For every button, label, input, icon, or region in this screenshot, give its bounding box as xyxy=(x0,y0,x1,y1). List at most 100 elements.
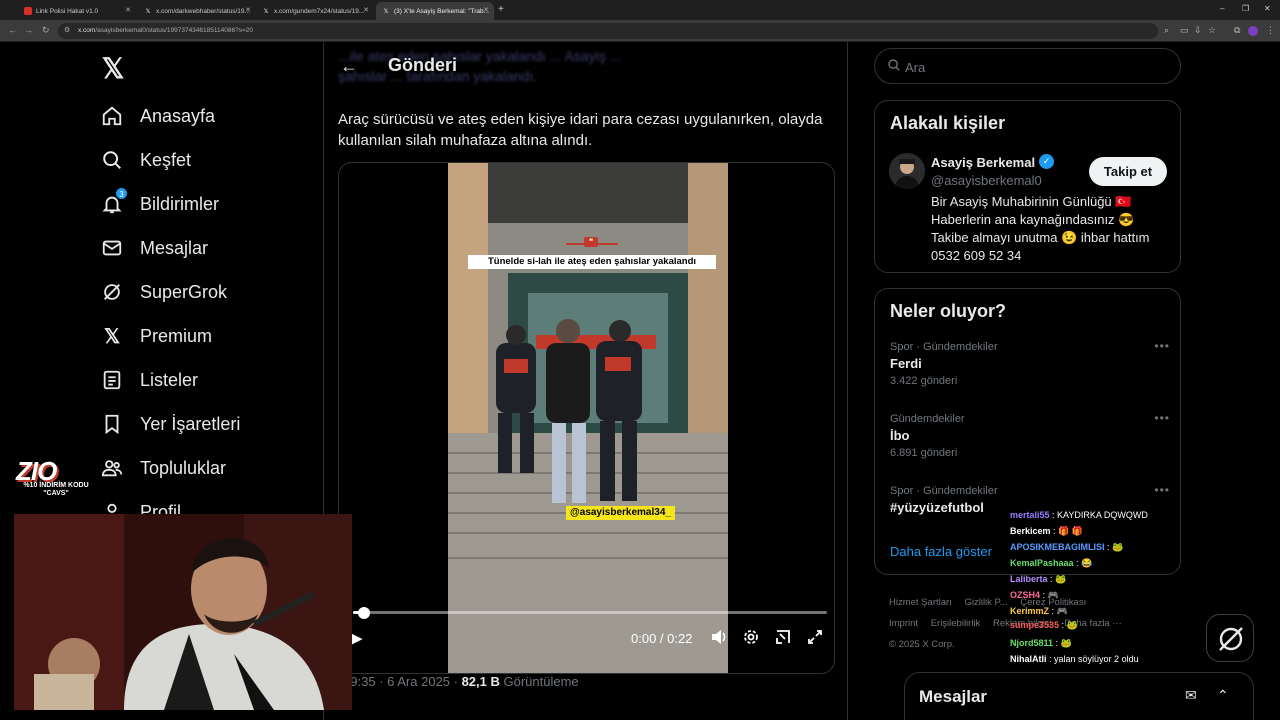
sidebar-item-notifications[interactable]: 3 Bildirimler xyxy=(100,187,219,219)
forward-icon[interactable]: → xyxy=(24,25,33,35)
maximize-button[interactable]: ❐ xyxy=(1242,4,1249,13)
close-icon[interactable]: ✕ xyxy=(363,6,369,14)
messages-drawer[interactable]: Mesajlar ✉ ⌃ xyxy=(904,672,1254,720)
sidebar-item-communities[interactable]: Topluluklar xyxy=(100,453,226,483)
relevant-people-panel: Alakalı kişiler Asayiş Berkemal ✓ @asayi… xyxy=(874,100,1181,273)
browser-tab-3[interactable]: 𝕏 x.com/gundem7x24/status/19... ✕ xyxy=(256,2,374,20)
sidebar-item-messages[interactable]: Mesajlar xyxy=(100,233,208,263)
video-progress-bar[interactable] xyxy=(353,611,827,614)
promo-line: %10 İNDİRİM KODU xyxy=(23,482,89,489)
site-info-icon[interactable]: ⚙ xyxy=(64,26,70,34)
chat-username: KemalPashaaa xyxy=(1010,558,1074,568)
profile-handle[interactable]: @asayisberkemal0 xyxy=(931,173,1042,188)
search-input[interactable]: Ara xyxy=(874,48,1181,84)
main-column: ...ile ateş eden şahıslar yakalandı ... … xyxy=(323,42,848,720)
chat-username: KerimmZ xyxy=(1010,606,1050,616)
video-player[interactable]: ❝ Tünelde si-lah ile ateş eden şahıslar … xyxy=(338,162,835,674)
panel-title: Alakalı kişiler xyxy=(890,113,1006,133)
sidebar-item-label: Yer İşaretleri xyxy=(140,413,241,434)
sidebar-item-home[interactable]: Anasayfa xyxy=(100,101,215,131)
browser-tab-4[interactable]: 𝕏 (3) X'te Asayiş Berkemal: "Trab... ✕ xyxy=(376,2,494,20)
grok-floating-button[interactable] xyxy=(1206,614,1254,662)
video-scrubber-handle[interactable] xyxy=(358,607,371,619)
new-tab-button[interactable]: + xyxy=(498,4,504,15)
sidebar-item-bookmarks[interactable]: Yer İşaretleri xyxy=(100,409,240,439)
video-frame[interactable]: ❝ Tünelde si-lah ile ateş eden şahıslar … xyxy=(448,163,728,673)
trend-item[interactable]: Gündemdekiler İbo 6.891 gönderi ••• xyxy=(890,411,1170,459)
trend-count: 6.891 gönderi xyxy=(890,447,958,459)
sidebar-item-explore[interactable]: Keşfet xyxy=(100,145,191,175)
chat-separator: : xyxy=(1046,654,1055,664)
profile-avatar-icon[interactable] xyxy=(1248,26,1258,36)
menu-icon[interactable]: ⋮ xyxy=(1266,25,1275,36)
download-icon[interactable]: ⇩ xyxy=(1194,25,1202,36)
panel-title: Neler oluyor? xyxy=(890,301,1007,321)
minimize-button[interactable]: – xyxy=(1220,4,1224,13)
more-options-icon[interactable]: ••• xyxy=(1154,339,1170,353)
chat-text: yalan söylüyor 2 oldu xyxy=(1054,654,1139,664)
show-more-link[interactable]: Daha fazla göster xyxy=(890,544,992,559)
back-icon[interactable]: ← xyxy=(8,25,17,35)
chat-username: Njord5811 xyxy=(1010,638,1054,648)
settings-gear-icon[interactable] xyxy=(743,629,759,648)
more-options-icon[interactable]: ••• xyxy=(1154,411,1170,425)
follow-button[interactable]: Takip et xyxy=(1089,157,1167,186)
grok-icon xyxy=(1219,627,1243,651)
fullscreen-icon[interactable] xyxy=(807,629,823,648)
trend-category: Spor · Gündemdekiler xyxy=(890,485,998,497)
back-arrow-icon[interactable]: ← xyxy=(340,56,358,77)
expand-drawer-icon[interactable]: ⌃ xyxy=(1217,687,1229,704)
close-window-button[interactable]: ✕ xyxy=(1264,4,1271,13)
communities-icon xyxy=(100,456,124,480)
sidebar-item-label: Premium xyxy=(140,325,213,346)
footer-link[interactable]: Hizmet Şartları xyxy=(889,597,952,608)
chat-username: mertali55 xyxy=(1010,510,1050,520)
new-message-icon[interactable]: ✉ xyxy=(1185,687,1197,704)
browser-tab-1[interactable]: Link Polisi Hakat v1.0 ✕ xyxy=(18,2,136,20)
x-logo-icon[interactable]: 𝕏 xyxy=(98,54,128,84)
sidebar-item-supergrok[interactable]: SuperGrok xyxy=(100,277,227,307)
chat-separator: : xyxy=(1049,606,1057,616)
chat-separator: : xyxy=(1049,510,1058,520)
trend-category: Gündemdekiler xyxy=(890,413,965,425)
footer-link[interactable]: Erişilebilirlik xyxy=(931,618,981,629)
post-timestamp[interactable]: S 9:35 · 6 Ara 2025 · xyxy=(338,674,462,689)
trend-item[interactable]: Spor · Gündemdekiler Ferdi 3.422 gönderi… xyxy=(890,339,1170,387)
footer-link[interactable]: Imprint xyxy=(889,618,918,629)
chat-separator: : xyxy=(1104,542,1113,552)
zoom-icon[interactable]: ⌕ xyxy=(1164,25,1169,36)
views-label: Görüntüleme xyxy=(499,674,579,689)
page-title: Gönderi xyxy=(388,55,458,75)
reload-icon[interactable]: ↻ xyxy=(42,25,50,36)
picture-in-picture-icon[interactable] xyxy=(775,629,791,648)
chat-message: Laliberta : 🐸 xyxy=(1010,574,1066,585)
avatar[interactable] xyxy=(889,153,925,189)
star-icon[interactable]: ☆ xyxy=(1208,25,1216,36)
chat-separator: : xyxy=(1047,574,1056,584)
profile-name[interactable]: Asayiş Berkemal xyxy=(931,155,1035,170)
chat-message: mertali55 : KAYDIRKA DQWQWD xyxy=(1010,510,1148,520)
play-icon[interactable]: ▶ xyxy=(351,629,363,647)
chat-message: KerimmZ : 🎮 xyxy=(1010,606,1068,617)
close-icon[interactable]: ✕ xyxy=(245,6,251,14)
search-icon xyxy=(887,58,901,77)
close-icon[interactable]: ✕ xyxy=(483,6,489,14)
chat-message: KemalPashaaa : 😂 xyxy=(1010,558,1092,569)
chat-message: APOSIKMEBAGIMLISI : 🐸 xyxy=(1010,542,1123,553)
tab-favicon-icon xyxy=(24,7,32,15)
webcam-scene xyxy=(14,514,352,710)
browser-tab-2[interactable]: 𝕏 x.com/darkwebhaber/status/19... ✕ xyxy=(138,2,256,20)
sidebar-item-lists[interactable]: Listeler xyxy=(100,365,198,395)
cast-icon[interactable]: ▭ xyxy=(1180,25,1189,36)
sidebar-item-premium[interactable]: 𝕏 Premium xyxy=(100,321,212,351)
promo-line: "CAVS" xyxy=(43,490,69,497)
extensions-icon[interactable]: ⧉ xyxy=(1234,25,1240,36)
close-icon[interactable]: ✕ xyxy=(125,6,131,14)
sidebar-item-label: Anasayfa xyxy=(140,105,216,126)
volume-icon[interactable] xyxy=(711,629,729,648)
more-options-icon[interactable]: ••• xyxy=(1154,483,1170,497)
url-path: /asayisberkemal0/status/1997374346185114… xyxy=(95,27,253,34)
footer-link[interactable]: Gizlilik P... xyxy=(964,597,1007,608)
chat-text: 🎮 xyxy=(1047,590,1059,600)
address-bar[interactable]: ⚙ x.com/asayisberkemal0/status/199737434… xyxy=(58,23,1158,39)
